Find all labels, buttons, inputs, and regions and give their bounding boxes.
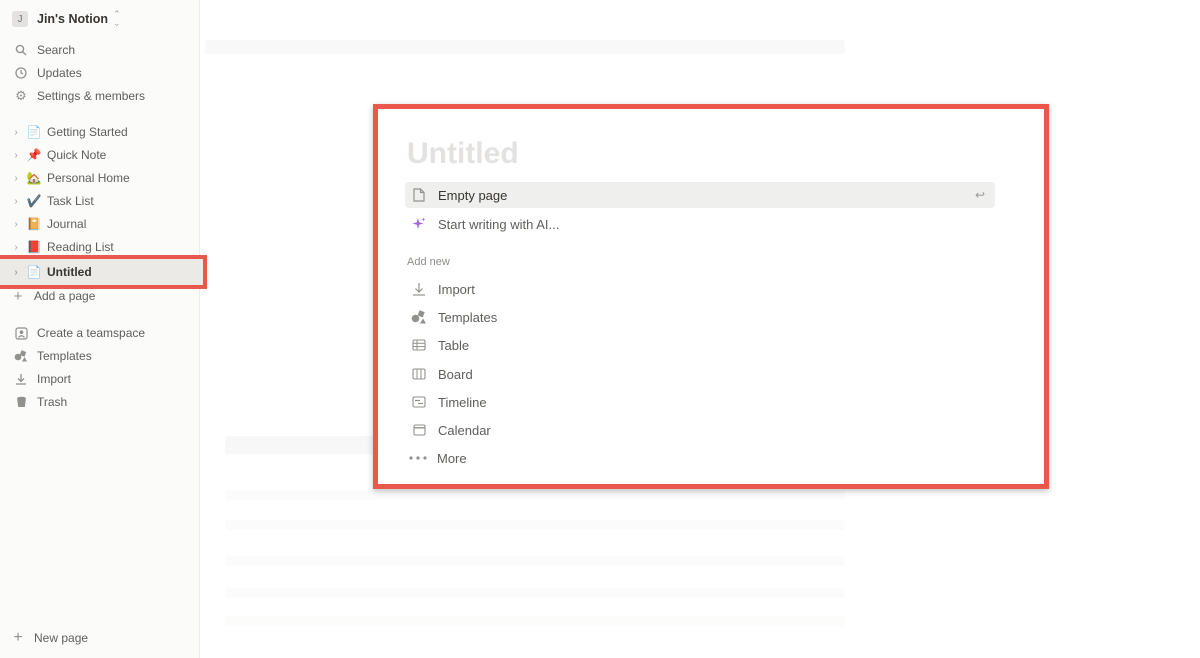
pushpin-icon: 📌 (26, 148, 42, 162)
plus-icon: + (13, 629, 23, 646)
page-icon: 📄 (26, 265, 42, 279)
sidebar-page-untitled[interactable]: › 📄 Untitled (0, 255, 207, 289)
chevron-right-icon[interactable]: › (11, 127, 21, 138)
ai-sparkle-icon (411, 216, 427, 232)
chevron-right-icon[interactable]: › (11, 150, 21, 161)
option-label: Table (438, 337, 470, 353)
sidebar-item-search[interactable]: Search (0, 39, 200, 61)
sidebar-item-templates[interactable]: Templates (0, 345, 200, 367)
import-option[interactable]: Import (405, 276, 995, 302)
add-new-heading: Add new (407, 256, 450, 268)
option-label: Board (438, 366, 473, 382)
templates-icon (411, 309, 427, 325)
sidebar-item-import[interactable]: Import (0, 368, 200, 390)
chevron-right-icon[interactable]: › (11, 242, 21, 253)
option-label: Import (438, 281, 475, 297)
timeline-icon (411, 394, 427, 410)
sidebar-item-label: Reading List (47, 240, 114, 254)
notebook-icon: 📔 (26, 217, 42, 231)
new-page-button[interactable]: + New page (0, 626, 200, 650)
workspace-name: Jin's Notion (37, 12, 109, 26)
page-icon: 📄 (26, 125, 42, 139)
option-label: Templates (438, 309, 498, 325)
calendar-icon (411, 422, 427, 438)
sidebar-item-settings[interactable]: ⚙ Settings & members (0, 85, 200, 107)
sidebar-page-personal-home[interactable]: › 🏡 Personal Home (0, 167, 200, 189)
sidebar-item-label: Untitled (47, 265, 92, 279)
sidebar-item-updates[interactable]: Updates (0, 62, 200, 84)
sidebar-item-trash[interactable]: Trash (0, 391, 200, 413)
chevron-updown-icon: ⌃ ⌄ (113, 9, 121, 28)
house-icon: 🏡 (26, 171, 42, 185)
enter-key-icon: ↩ (974, 188, 985, 202)
page-title-placeholder[interactable]: Untitled (407, 137, 519, 171)
gear-icon: ⚙ (15, 88, 27, 103)
calendar-option[interactable]: Calendar (405, 417, 995, 443)
sidebar-item-label: Import (37, 372, 72, 386)
sidebar-item-label: Quick Note (47, 148, 107, 162)
option-label: Calendar (438, 422, 491, 438)
start-with-ai-option[interactable]: Start writing with AI... (405, 211, 995, 237)
sidebar-item-label: Getting Started (47, 125, 128, 139)
sidebar-item-label: Create a teamspace (37, 326, 146, 340)
chevron-right-icon[interactable]: › (11, 173, 21, 184)
templates-icon (13, 348, 29, 364)
option-label: Timeline (438, 394, 487, 410)
add-page-label: Add a page (34, 289, 96, 303)
table-option[interactable]: Table (405, 332, 995, 358)
sidebar-page-reading-list[interactable]: › 📕 Reading List (0, 236, 200, 258)
sidebar-page-quick-note[interactable]: › 📌 Quick Note (0, 144, 200, 166)
clock-icon (13, 65, 29, 81)
sidebar-page-getting-started[interactable]: › 📄 Getting Started (0, 121, 200, 143)
more-option[interactable]: More (405, 445, 995, 471)
option-label: More (437, 450, 467, 466)
sidebar-item-label: Task List (47, 194, 94, 208)
ellipsis-icon (409, 450, 427, 466)
sidebar-item-create-teamspace[interactable]: Create a teamspace (0, 322, 200, 344)
empty-page-option[interactable]: Empty page ↩ (405, 182, 995, 208)
new-page-label: New page (34, 631, 89, 645)
new-page-popup: Untitled Empty page ↩ Start writing with… (373, 104, 1049, 489)
workspace-avatar: J (12, 11, 28, 27)
add-page-button[interactable]: + Add a page (0, 285, 200, 307)
timeline-option[interactable]: Timeline (405, 389, 995, 415)
sidebar-item-label: Settings & members (37, 89, 146, 103)
sidebar: J Jin's Notion ⌃ ⌄ Search Updates ⚙ Setti… (0, 0, 207, 658)
search-icon (13, 42, 29, 58)
start-with-ai-label: Start writing with AI... (438, 216, 560, 232)
sidebar-page-task-list[interactable]: › ✔️ Task List (0, 190, 200, 212)
teamspace-icon (13, 325, 29, 341)
table-icon (411, 337, 427, 353)
workspace-switcher[interactable]: J Jin's Notion ⌃ ⌄ (12, 10, 121, 28)
sidebar-item-label: Journal (47, 217, 87, 231)
board-option[interactable]: Board (405, 361, 995, 387)
empty-page-label: Empty page (438, 187, 508, 203)
download-icon (13, 371, 29, 387)
chevron-right-icon[interactable]: › (11, 267, 21, 278)
sidebar-item-label: Updates (37, 66, 82, 80)
sidebar-page-journal[interactable]: › 📔 Journal (0, 213, 200, 235)
sidebar-item-label: Personal Home (47, 171, 130, 185)
board-icon (411, 366, 427, 382)
book-icon: 📕 (26, 240, 42, 254)
sidebar-item-label: Templates (37, 349, 92, 363)
templates-option[interactable]: Templates (405, 304, 995, 330)
trash-icon (13, 394, 29, 410)
plus-icon: + (13, 287, 23, 305)
chevron-right-icon[interactable]: › (11, 219, 21, 230)
sidebar-item-label: Trash (37, 395, 68, 409)
page-icon (411, 187, 427, 203)
chevron-right-icon[interactable]: › (11, 196, 21, 207)
download-icon (411, 281, 427, 297)
sidebar-item-label: Search (37, 43, 76, 57)
checkmark-icon: ✔️ (26, 194, 42, 208)
